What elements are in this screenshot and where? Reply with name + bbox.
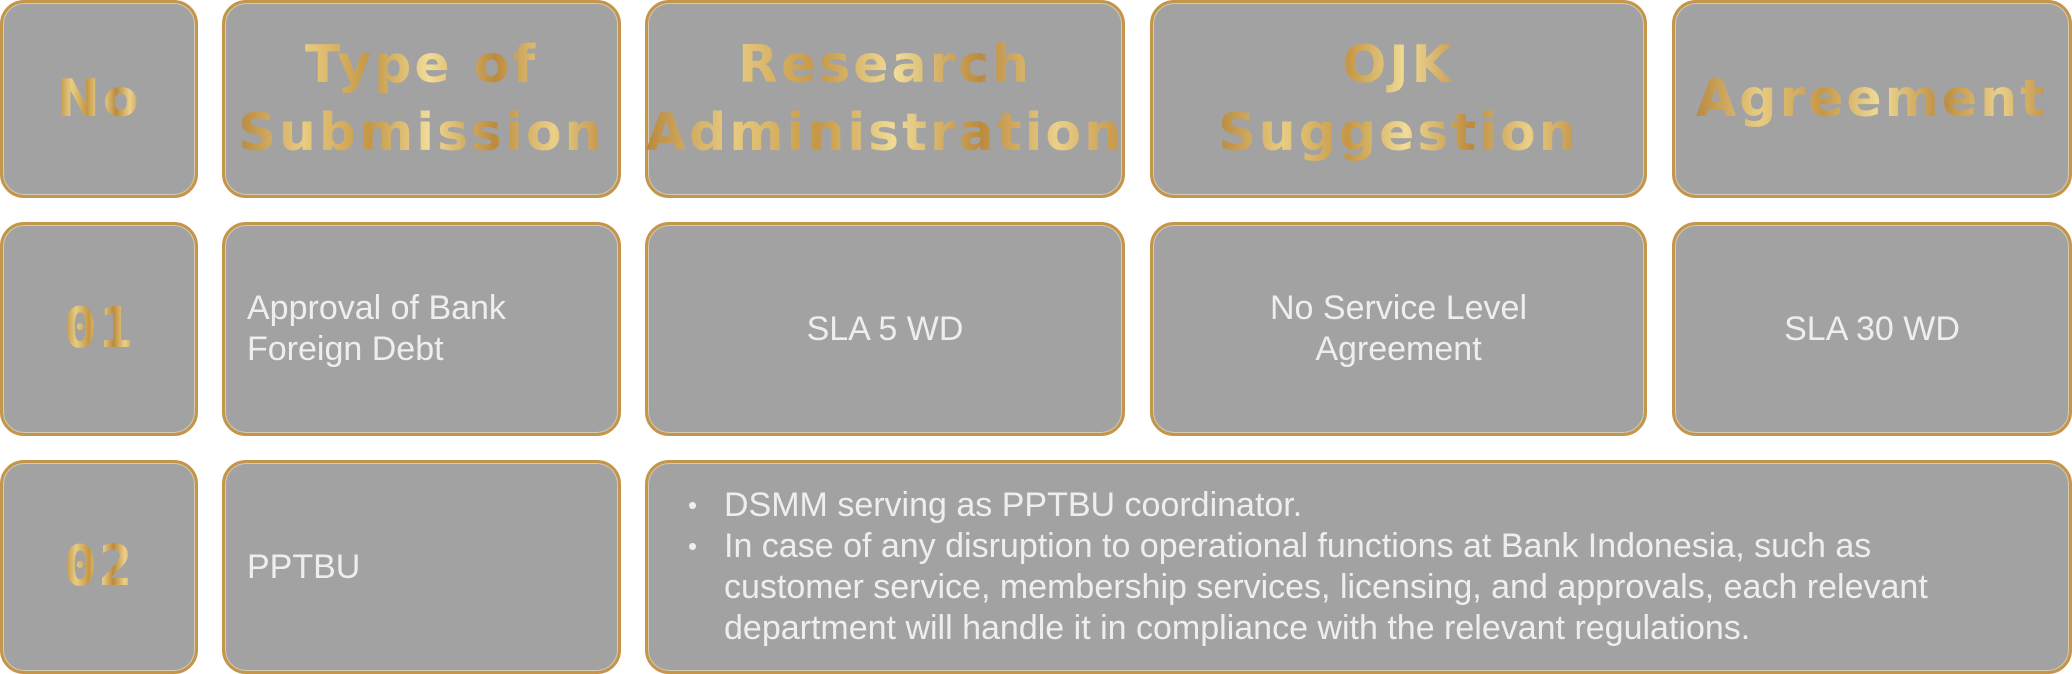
header-research-line1: Research — [737, 35, 1033, 95]
row1-type-text: Approval of Bank Foreign Debt — [247, 288, 506, 370]
header-ojk-label: OJK Suggestion — [1218, 31, 1579, 167]
row1-agreement-cell: SLA 30 WD — [1672, 222, 2072, 436]
note-2-line2: customer service, membership services, l… — [724, 568, 1928, 606]
header-type-cell: Type of Submission — [222, 0, 621, 198]
bullet-icon: • — [688, 531, 698, 561]
header-type-line1: Type of — [304, 35, 539, 95]
header-type-line2: Submission — [238, 103, 605, 163]
row1-no-label: 01 — [63, 296, 135, 361]
header-ojk-line1: OJK — [1342, 35, 1455, 95]
row1-ojk-text: No Service Level Agreement — [1270, 288, 1527, 370]
note-2-line1: In case of any disruption to operational… — [724, 527, 1872, 565]
row1-agreement-text: SLA 30 WD — [1784, 309, 1960, 348]
header-research-cell: Research Administration — [645, 0, 1125, 198]
row2-notes-list: • DSMM serving as PPTBU coordinator. • I… — [688, 485, 2039, 649]
header-ojk-line2: Suggestion — [1218, 103, 1579, 163]
header-agreement-cell: Agreement — [1672, 0, 2072, 198]
header-no-cell: No — [0, 0, 198, 198]
header-research-line2: Administration — [645, 103, 1125, 163]
row1-no-cell: 01 — [0, 222, 198, 436]
row1-type-line2: Foreign Debt — [247, 330, 444, 368]
row2-no-label: 02 — [63, 534, 135, 599]
row1-ojk-line1: No Service Level — [1269, 289, 1527, 327]
row1-type-cell: Approval of Bank Foreign Debt — [222, 222, 621, 436]
header-no-label: No — [56, 65, 141, 133]
header-ojk-cell: OJK Suggestion — [1150, 0, 1647, 198]
row1-research-cell: SLA 5 WD — [645, 222, 1125, 436]
note-2-line3: department will handle it in compliance … — [724, 609, 1751, 647]
row2-notes-cell: • DSMM serving as PPTBU coordinator. • I… — [645, 460, 2072, 674]
row2-no-cell: 02 — [0, 460, 198, 674]
row2-type-cell: PPTBU — [222, 460, 621, 674]
row1-ojk-cell: No Service Level Agreement — [1150, 222, 1647, 436]
header-type-label: Type of Submission — [238, 31, 604, 167]
row1-ojk-line2: Agreement — [1315, 330, 1482, 368]
note-item: • DSMM serving as PPTBU coordinator. — [688, 485, 2039, 526]
note-1-text: DSMM serving as PPTBU coordinator. — [724, 486, 1303, 524]
row1-research-text: SLA 5 WD — [806, 309, 964, 348]
header-agreement-label: Agreement — [1696, 65, 2048, 133]
row2-type-text: PPTBU — [247, 547, 361, 586]
bullet-icon: • — [688, 490, 698, 520]
row1-type-line1: Approval of Bank — [247, 289, 506, 327]
note-item: • In case of any disruption to operation… — [688, 526, 2039, 649]
header-research-label: Research Administration — [646, 31, 1124, 167]
